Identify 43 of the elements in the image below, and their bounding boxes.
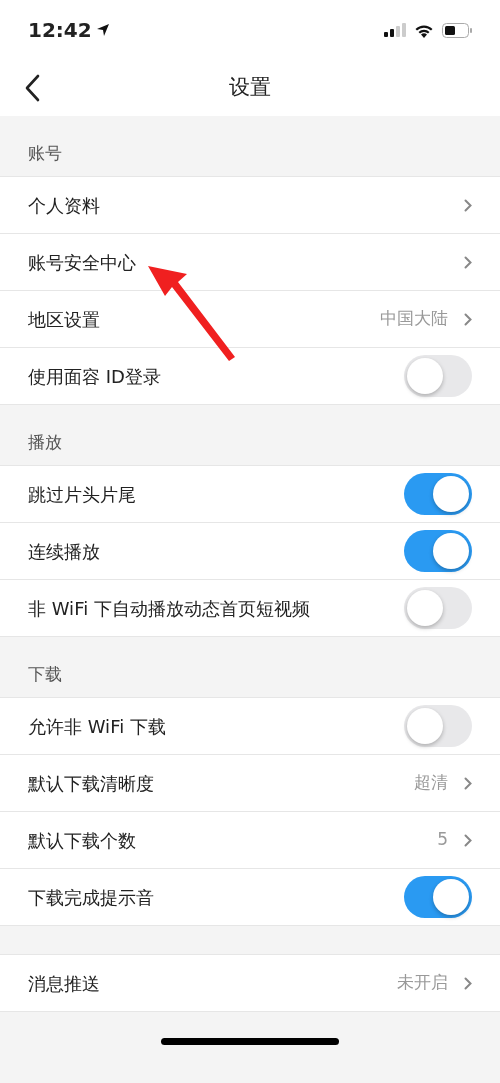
status-time: 12:42 <box>28 17 92 44</box>
setting-label: 个人资料 <box>28 193 100 218</box>
chevron-right-icon <box>464 255 472 269</box>
back-icon[interactable] <box>24 74 40 102</box>
settings-row[interactable]: 默认下载个数 5 <box>0 812 500 869</box>
setting-label: 跳过片头片尾 <box>28 482 136 507</box>
toggle-switch[interactable] <box>404 876 472 918</box>
settings-row[interactable]: 地区设置 中国大陆 <box>0 291 500 348</box>
setting-label: 消息推送 <box>28 971 100 996</box>
setting-label: 账号安全中心 <box>28 250 136 275</box>
settings-row[interactable]: 个人资料 <box>0 177 500 234</box>
chevron-right-icon <box>464 833 472 847</box>
chevron-right-icon <box>464 198 472 212</box>
settings-row[interactable]: 默认下载清晰度 超清 <box>0 755 500 812</box>
setting-label: 下载完成提示音 <box>28 885 154 910</box>
toggle-switch[interactable] <box>404 473 472 515</box>
section-header: 播放 <box>28 430 62 454</box>
setting-label: 连续播放 <box>28 539 100 564</box>
battery-icon <box>442 22 472 38</box>
setting-label: 非 WiFi 下自动播放动态首页短视频 <box>28 596 310 621</box>
settings-row[interactable]: 消息推送 未开启 <box>0 955 500 1012</box>
chevron-right-icon <box>464 776 472 790</box>
setting-value: 中国大陆 <box>380 307 448 331</box>
toggle-switch[interactable] <box>404 530 472 572</box>
section-header: 账号 <box>28 141 62 165</box>
setting-value: 未开启 <box>397 971 448 995</box>
page-title: 设置 <box>229 74 271 102</box>
chevron-right-icon <box>464 312 472 326</box>
setting-value: 超清 <box>414 771 448 795</box>
setting-label: 使用面容 ID登录 <box>28 364 161 389</box>
setting-label: 默认下载清晰度 <box>28 771 154 796</box>
setting-label: 地区设置 <box>28 307 100 332</box>
settings-row[interactable]: 账号安全中心 <box>0 234 500 291</box>
setting-value: 5 <box>437 828 448 852</box>
location-icon <box>95 23 110 37</box>
signal-icon <box>384 23 406 37</box>
setting-label: 默认下载个数 <box>28 828 136 853</box>
toggle-switch[interactable] <box>404 355 472 397</box>
chevron-right-icon <box>464 976 472 990</box>
section-header: 下载 <box>28 662 62 686</box>
toggle-switch[interactable] <box>404 705 472 747</box>
toggle-switch[interactable] <box>404 587 472 629</box>
setting-label: 允许非 WiFi 下载 <box>28 714 166 739</box>
